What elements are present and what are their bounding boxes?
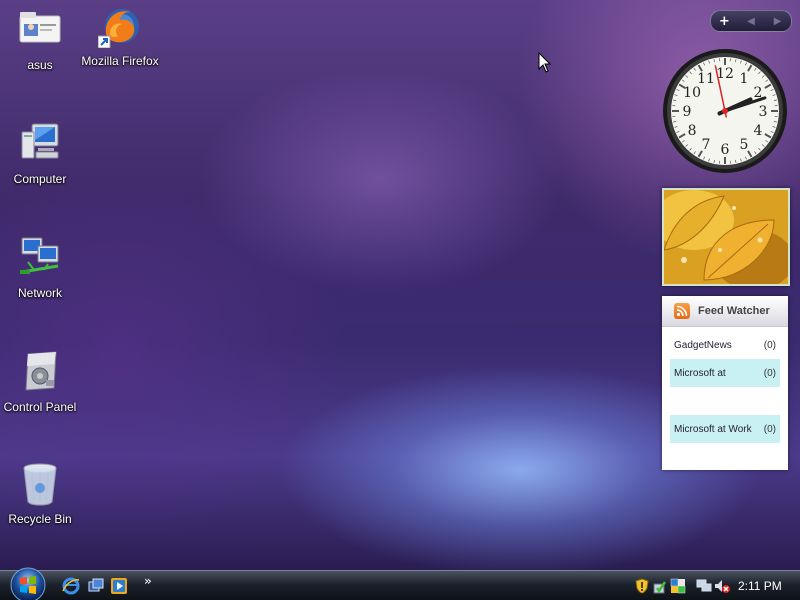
clock-center-pin	[722, 108, 728, 114]
control-panel-icon	[18, 350, 62, 394]
feed-list: GadgetNews (0) Microsoft at (0) Microsoft at…	[662, 327, 788, 443]
mouse-cursor-icon	[538, 52, 552, 73]
desktop-icon-recycle-bin[interactable]: Recycle Bin	[0, 462, 82, 526]
volume-muted-icon[interactable]	[714, 578, 730, 594]
feed-item	[670, 387, 780, 415]
security-shield-icon[interactable]	[634, 578, 650, 594]
clock-number: 9	[683, 104, 692, 120]
desktop-icon-control-panel[interactable]: Control Panel	[0, 350, 82, 414]
taskbar: » 2:11 PM	[0, 567, 800, 600]
clock-number: 5	[740, 137, 749, 153]
clock-number: 4	[753, 123, 762, 139]
recycle-bin-icon	[18, 462, 62, 506]
feed-item[interactable]: Microsoft at (0)	[670, 359, 780, 387]
windows-defender-icon[interactable]	[652, 578, 668, 594]
clock-number: 10	[683, 85, 701, 101]
rss-icon	[674, 303, 690, 319]
network-connection-icon[interactable]	[696, 578, 712, 594]
firefox-icon	[97, 4, 142, 49]
desktop-icon-label: Network	[17, 286, 62, 300]
feed-watcher-header: Feed Watcher	[662, 296, 788, 327]
feed-watcher-title: Feed Watcher	[698, 305, 770, 317]
desktop-icon-label: Mozilla Firefox	[81, 54, 159, 68]
network-tray-icon[interactable]	[670, 578, 686, 594]
desktop-icon-firefox[interactable]: Mozilla Firefox	[78, 4, 162, 68]
desktop-icon-computer[interactable]: Computer	[0, 122, 82, 186]
clock-number: 3	[759, 104, 768, 120]
taskbar-clock[interactable]: 2:11 PM	[738, 579, 782, 593]
desktop-icon-label: Recycle Bin	[8, 512, 72, 526]
clock-number: 1	[740, 71, 749, 87]
add-gadget-button[interactable]: +	[714, 14, 734, 29]
desktop-icon-network[interactable]: Network	[0, 236, 82, 300]
feed-item-count: (0)	[763, 367, 776, 379]
media-player-icon[interactable]	[110, 577, 128, 595]
start-button[interactable]	[8, 567, 48, 600]
desktop[interactable]: asus Mozilla Firefox Computer Network Co…	[0, 0, 800, 570]
clock-number: 8	[688, 123, 697, 139]
switch-windows-icon[interactable]	[87, 577, 105, 595]
clock-number: 11	[697, 71, 715, 87]
desktop-icon-label: Computer	[13, 172, 67, 186]
desktop-icon-label: asus	[27, 58, 53, 72]
clock-number: 7	[702, 137, 711, 153]
network-icon	[18, 236, 62, 280]
feed-item-name: GadgetNews	[674, 339, 732, 351]
quick-launch-overflow-button[interactable]: »	[144, 574, 152, 588]
feed-watcher-gadget[interactable]: Feed Watcher GadgetNews (0) Microsoft at (0…	[662, 296, 788, 470]
feed-item-name: Microsoft at	[674, 367, 726, 379]
computer-icon	[18, 122, 62, 166]
user-folder-icon	[18, 8, 62, 52]
desktop-icon-label: Control Panel	[3, 400, 77, 414]
clock-number: 6	[721, 142, 730, 158]
slideshow-picture-icon	[664, 190, 788, 284]
feed-item-name: Microsoft at Work	[674, 423, 752, 435]
windows-orb-icon	[10, 567, 46, 600]
feed-item-count: (0)	[763, 339, 776, 351]
sidebar-controls: + ◀ ▶	[710, 10, 792, 32]
previous-page-button[interactable]: ◀	[741, 16, 761, 27]
internet-explorer-icon[interactable]	[62, 577, 80, 595]
clock-gadget[interactable]: 12 1234567891011	[662, 48, 788, 174]
desktop-icon-asus[interactable]: asus	[0, 8, 82, 72]
feed-item[interactable]: GadgetNews (0)	[670, 331, 780, 359]
feed-item-count: (0)	[763, 423, 776, 435]
next-page-button[interactable]: ▶	[768, 16, 788, 27]
slideshow-gadget[interactable]	[662, 188, 790, 286]
feed-item[interactable]: Microsoft at Work (0)	[670, 415, 780, 443]
